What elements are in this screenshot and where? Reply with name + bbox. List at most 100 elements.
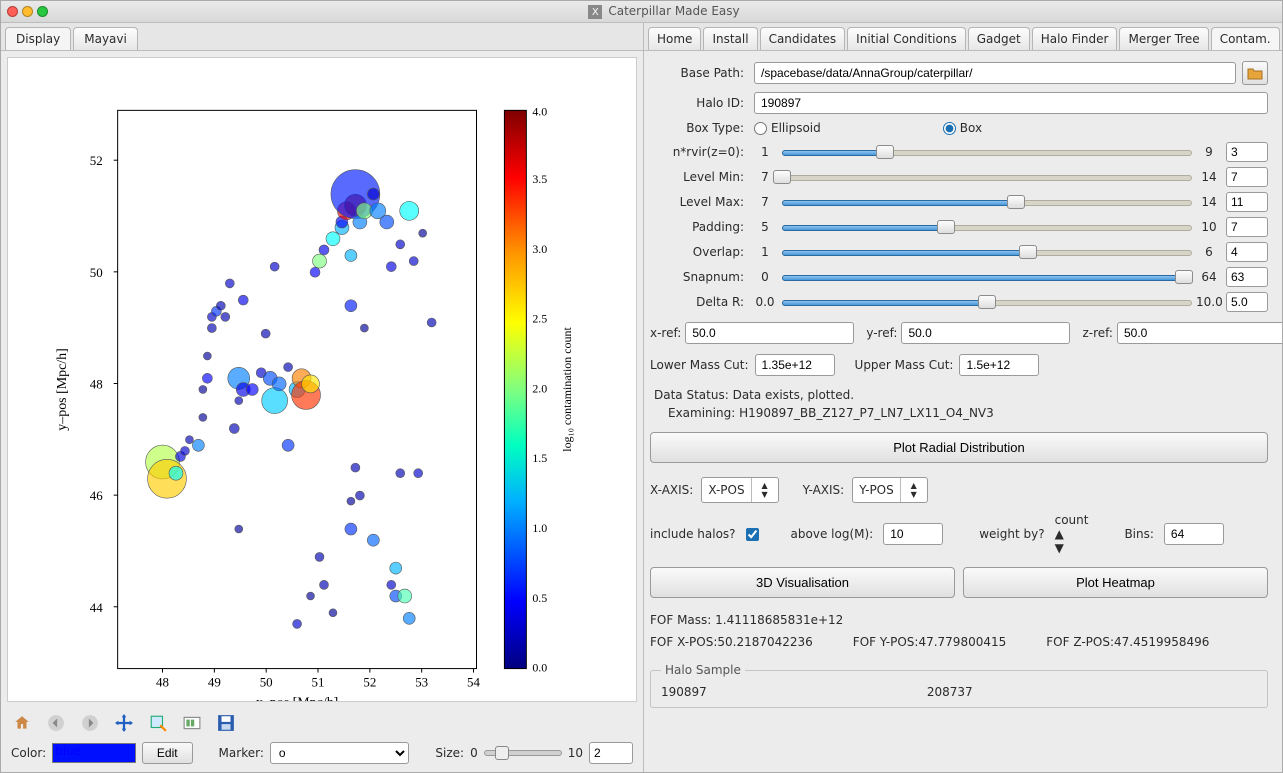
halo-sample-item[interactable]: 190897 [661,685,707,699]
scatter-plot: 52 50 48 46 44 48 49 50 51 52 53 [8,58,636,701]
fof-block: FOF Mass: 1.41118685831e+12 FOF X-POS:50… [650,610,1268,653]
tab-merger-tree[interactable]: Merger Tree [1119,27,1208,50]
svg-text:x–pos [Mpc/h]: x–pos [Mpc/h] [256,695,338,701]
above-logm-input[interactable] [883,523,943,545]
slider-1[interactable] [782,171,1192,183]
slider-value-3[interactable] [1226,217,1268,237]
boxtype-label: Box Type: [650,121,748,135]
home-icon[interactable] [11,712,33,734]
contam-form: Base Path: Halo ID: Box Type: Ellipsoid … [644,51,1282,772]
svg-text:y–pos [Mpc/h]: y–pos [Mpc/h] [55,348,70,430]
tab-mayavi[interactable]: Mayavi [73,27,138,50]
svg-text:1.5: 1.5 [532,451,547,465]
slider-0[interactable] [782,146,1192,158]
forward-icon[interactable] [79,712,101,734]
radio-ellipsoid[interactable]: Ellipsoid [754,121,821,135]
svg-text:48: 48 [156,675,169,690]
yref-input[interactable] [901,322,1070,344]
right-tabs: HomeInstallCandidatesInitial ConditionsG… [644,23,1282,51]
basepath-input[interactable] [754,62,1236,84]
marker-label: Marker: [219,746,264,760]
xaxis-select[interactable]: X-POS▲▼ [701,477,778,503]
back-icon[interactable] [45,712,67,734]
zoom-icon[interactable] [147,712,169,734]
plot-toolbar [1,708,643,738]
plot-radial-button[interactable]: Plot Radial Distribution [650,432,1268,463]
pan-icon[interactable] [113,712,135,734]
svg-text:52: 52 [90,153,103,168]
tab-home[interactable]: Home [648,27,701,50]
color-swatch[interactable]: blue [52,743,136,763]
svg-text:3.5: 3.5 [532,172,547,186]
size-max: 10 [568,746,583,760]
include-halos-checkbox[interactable] [746,528,759,541]
slider-4[interactable] [782,246,1192,258]
status-block: Data Status: Data exists, plotted. Exami… [654,386,1268,422]
chevron-down-icon: ▼ [758,490,772,499]
weight-label: weight by? [979,527,1044,541]
close-icon[interactable] [7,6,18,17]
slider-value-1[interactable] [1226,167,1268,187]
tab-display[interactable]: Display [5,27,71,50]
slider-value-5[interactable] [1226,267,1268,287]
haloid-input[interactable] [754,92,1268,114]
slider-label: Snapnum: [650,270,748,284]
bottom-controls: Color: blue Edit Marker: o Size: 0 10 [1,738,643,772]
halo-sample-item[interactable]: 208737 [927,685,973,699]
xaxis-label: X-AXIS: [650,483,693,497]
slider-5[interactable] [782,271,1192,283]
weight-select[interactable]: count▲▼ [1055,513,1089,555]
lowermass-label: Lower Mass Cut: [650,358,749,372]
open-folder-icon[interactable] [1242,61,1268,85]
slider-value-4[interactable] [1226,242,1268,262]
yref-label: y-ref: [866,326,897,340]
above-logm-label: above log(M): [791,527,874,541]
tab-contam-[interactable]: Contam. [1211,27,1280,50]
slider-3[interactable] [782,221,1192,233]
basepath-label: Base Path: [650,66,748,80]
titlebar: XCaterpillar Made Easy [1,1,1282,23]
zref-input[interactable] [1117,322,1282,344]
size-slider[interactable] [484,750,562,756]
slider-value-6[interactable] [1226,292,1268,312]
left-panel: Display Mayavi 52 50 48 46 44 [1,23,644,772]
uppermass-input[interactable] [959,354,1039,376]
svg-text:49: 49 [208,675,221,690]
edit-button[interactable]: Edit [142,742,193,764]
slider-value-2[interactable] [1226,192,1268,212]
slider-label: n*rvir(z=0): [650,145,748,159]
xref-input[interactable] [685,322,854,344]
tab-halo-finder[interactable]: Halo Finder [1032,27,1118,50]
minimize-icon[interactable] [22,6,33,17]
size-value[interactable] [589,742,633,764]
marker-select[interactable]: o [270,742,410,764]
slider-value-0[interactable] [1226,142,1268,162]
yaxis-select[interactable]: Y-POS▲▼ [852,477,928,503]
haloid-label: Halo ID: [650,96,748,110]
left-tabs: Display Mayavi [1,23,643,51]
bins-label: Bins: [1124,527,1153,541]
color-label: Color: [11,746,46,760]
slider-2[interactable] [782,196,1192,208]
bins-input[interactable] [1164,523,1224,545]
svg-text:50: 50 [260,675,273,690]
save-icon[interactable] [215,712,237,734]
tab-gadget[interactable]: Gadget [968,27,1030,50]
plot-heatmap-button[interactable]: Plot Heatmap [963,567,1268,598]
slider-6[interactable] [782,296,1192,308]
slider-label: Level Max: [650,195,748,209]
svg-text:4.0: 4.0 [532,104,547,118]
right-panel: HomeInstallCandidatesInitial ConditionsG… [644,23,1282,772]
radio-box[interactable]: Box [943,121,982,135]
svg-text:log₁₀ contamination count: log₁₀ contamination count [560,327,574,452]
configure-icon[interactable] [181,712,203,734]
3d-vis-button[interactable]: 3D Visualisation [650,567,955,598]
tab-candidates[interactable]: Candidates [760,27,846,50]
tab-install[interactable]: Install [703,27,757,50]
x11-icon: X [588,5,602,19]
lowermass-input[interactable] [755,354,835,376]
maximize-icon[interactable] [37,6,48,17]
svg-text:1.0: 1.0 [532,521,547,535]
tab-initial-conditions[interactable]: Initial Conditions [847,27,966,50]
svg-text:44: 44 [90,600,103,615]
